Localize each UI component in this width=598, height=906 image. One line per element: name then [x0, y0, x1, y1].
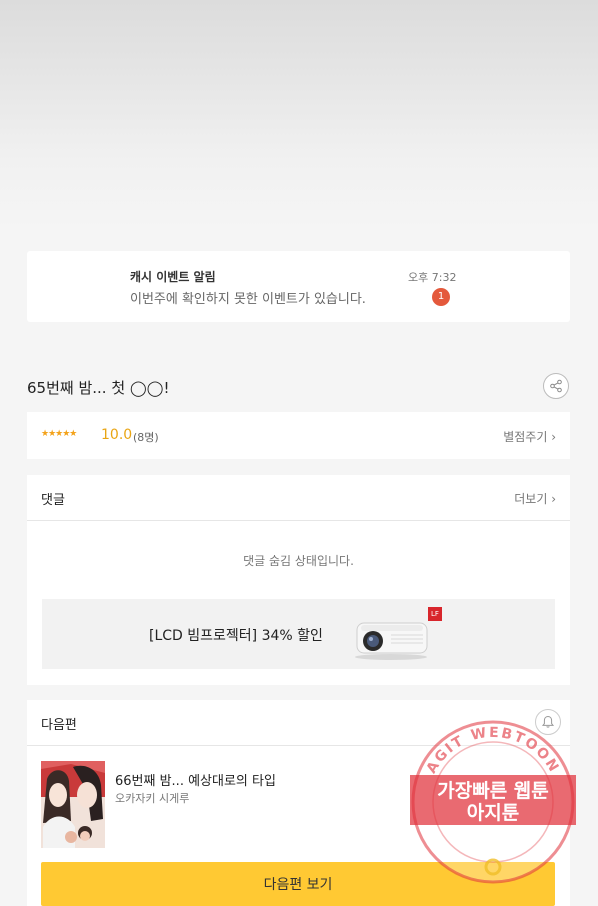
rating-stars: ★★★★★: [41, 429, 77, 439]
ad-banner[interactable]: [LCD 빔프로젝터] 34% 할인 LF: [42, 599, 555, 669]
share-icon: [550, 379, 562, 393]
top-banner-area: [0, 0, 598, 230]
rating-count: (8명): [133, 431, 159, 444]
rating-card: ★★★★★ 10.0 (8명) 별점주기 ›: [27, 412, 570, 459]
ad-badge: LF: [428, 607, 442, 621]
comments-more-link[interactable]: 더보기 ›: [514, 490, 556, 507]
ad-text: [LCD 빔프로젝터] 34% 할인: [149, 628, 323, 644]
notification-message: 이번주에 확인하지 못한 이벤트가 있습니다.: [130, 292, 366, 307]
share-button[interactable]: [543, 373, 569, 399]
next-episode-header: 다음편: [27, 700, 570, 746]
episode-title: 65번째 밤... 첫 ◯◯!: [27, 379, 170, 397]
next-episode-title[interactable]: 66번째 밤... 예상대로의 타입: [115, 770, 276, 789]
rating-score: 10.0: [101, 427, 133, 443]
notify-button[interactable]: [535, 709, 561, 735]
bell-icon: [541, 715, 555, 728]
rate-button[interactable]: 별점주기 ›: [503, 428, 556, 445]
comments-card: 댓글 더보기 › 댓글 숨김 상태입니다. [LCD 빔프로젝터] 34% 할인…: [27, 475, 570, 685]
comments-header: 댓글 더보기 ›: [27, 475, 570, 521]
next-episode-heading: 다음편: [41, 718, 77, 733]
projector-image: [355, 622, 428, 660]
notification-card[interactable]: 캐시 이벤트 알림 이번주에 확인하지 못한 이벤트가 있습니다. 오후 7:3…: [27, 251, 570, 322]
next-episode-thumbnail[interactable]: [41, 761, 105, 848]
notification-badge: 1: [432, 288, 450, 306]
view-next-episode-button[interactable]: 다음편 보기: [41, 862, 555, 906]
comments-title: 댓글: [41, 493, 65, 508]
notification-title: 캐시 이벤트 알림: [130, 270, 216, 284]
comments-hidden-message: 댓글 숨김 상태입니다.: [243, 554, 354, 568]
next-episode-author: 오카자키 시게루: [115, 792, 190, 805]
notification-time: 오후 7:32: [408, 271, 457, 284]
next-episode-card: 다음편 66번째 밤... 예상대로의 타입 오카자키 시게루 다음편 보기: [27, 700, 570, 906]
